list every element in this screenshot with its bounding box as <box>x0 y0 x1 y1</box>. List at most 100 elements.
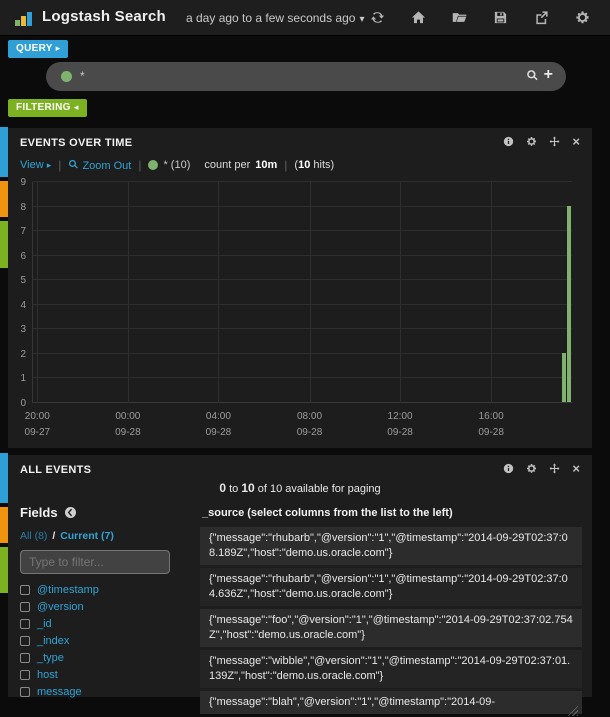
y-axis-tick: 6 <box>12 251 26 262</box>
panel-title: ALL EVENTS <box>20 464 91 476</box>
y-axis-tick: 0 <box>12 398 26 409</box>
paging-status: 0 to 10 of 10 available for paging <box>8 481 592 495</box>
caret-right-icon: ▸ <box>56 43 61 53</box>
x-axis-tick: 04:0009-28 <box>206 409 232 441</box>
query-input[interactable] <box>80 64 520 88</box>
move-panel-icon[interactable] <box>549 136 560 147</box>
y-axis-tick: 7 <box>12 226 26 237</box>
query-bar: + <box>46 62 566 91</box>
info-icon[interactable] <box>503 463 514 474</box>
x-axis-tick: 12:0009-28 <box>387 409 413 441</box>
field-item[interactable]: _type <box>20 652 188 664</box>
row-collapse-tab[interactable] <box>0 127 8 177</box>
close-panel-icon[interactable]: × <box>572 463 580 474</box>
count-per-label: count per <box>204 159 250 171</box>
histogram-bar[interactable] <box>567 206 571 402</box>
field-checkbox[interactable] <box>20 619 30 629</box>
field-item[interactable]: @timestamp <box>20 584 188 596</box>
gridline <box>218 182 219 403</box>
legend-series-dot[interactable] <box>148 160 158 170</box>
row-collapse-tab[interactable] <box>0 181 8 217</box>
events-over-time-panel: EVENTS OVER TIME × View ▸ | Zoom Out | *… <box>8 128 592 448</box>
y-axis-tick: 9 <box>12 177 26 188</box>
legend-query-label: * (10) <box>163 159 190 171</box>
gridline <box>491 182 492 403</box>
refresh-icon[interactable] <box>370 10 385 25</box>
field-checkbox[interactable] <box>20 636 30 646</box>
panel-title: EVENTS OVER TIME <box>20 137 132 149</box>
y-axis-tick: 8 <box>12 202 26 213</box>
divider: | <box>138 158 141 172</box>
zoom-out-link[interactable]: Zoom Out <box>68 159 131 172</box>
gridline <box>310 182 311 403</box>
x-axis-tick: 16:0009-28 <box>478 409 504 441</box>
configure-gear-icon[interactable] <box>526 463 537 474</box>
y-axis-tick: 3 <box>12 324 26 335</box>
share-icon[interactable] <box>534 10 549 25</box>
field-checkbox[interactable] <box>20 585 30 595</box>
info-icon[interactable] <box>503 136 514 147</box>
field-item[interactable]: @version <box>20 601 188 613</box>
field-checkbox[interactable] <box>20 687 30 697</box>
fields-heading: Fields <box>20 505 188 520</box>
move-panel-icon[interactable] <box>549 463 560 474</box>
x-axis-tick: 20:0009-27 <box>25 409 51 441</box>
hits-label: (10 hits) <box>294 159 334 171</box>
caret-down-icon: ▾ <box>359 14 364 25</box>
filtering-row-tab[interactable]: FILTERING ◂ <box>8 99 87 117</box>
divider: | <box>284 158 287 172</box>
field-checkbox[interactable] <box>20 602 30 612</box>
field-item[interactable]: host <box>20 669 188 681</box>
logstash-logo-icon <box>15 10 37 26</box>
event-row[interactable]: {"message":"rhubarb","@version":"1","@ti… <box>200 527 582 565</box>
y-axis-tick: 2 <box>12 349 26 360</box>
interval-value[interactable]: 10m <box>255 159 277 171</box>
histogram-bar[interactable] <box>562 353 566 402</box>
row-collapse-tab[interactable] <box>0 547 8 593</box>
caret-right-icon: ▸ <box>47 160 52 170</box>
y-axis-tick: 5 <box>12 275 26 286</box>
field-item[interactable]: _index <box>20 635 188 647</box>
field-item[interactable]: message <box>20 686 188 698</box>
gridline <box>37 182 38 403</box>
event-row[interactable]: {"message":"wibble","@version":"1","@tim… <box>200 650 582 688</box>
row-collapse-tab[interactable] <box>0 221 8 268</box>
fields-sidebar: Fields All (8) / Current (7) @timestamp … <box>20 505 188 703</box>
row-collapse-tab[interactable] <box>0 507 8 543</box>
close-panel-icon[interactable]: × <box>572 136 580 147</box>
save-icon[interactable] <box>493 10 508 25</box>
event-row[interactable]: {"message":"rhubarb","@version":"1","@ti… <box>200 568 582 606</box>
configure-gear-icon[interactable] <box>526 136 537 147</box>
timepicker-dropdown[interactable]: a day ago to a few seconds ago▾ <box>186 11 364 25</box>
fields-current-link[interactable]: Current (7) <box>60 530 114 542</box>
field-checkbox[interactable] <box>20 670 30 680</box>
x-axis-tick: 00:0009-28 <box>115 409 141 441</box>
app-title: Logstash Search <box>42 8 166 25</box>
fields-all-link[interactable]: All (8) <box>20 530 47 542</box>
caret-left-icon: ◂ <box>74 102 79 112</box>
settings-gear-icon[interactable] <box>575 10 590 25</box>
query-color-dot[interactable] <box>61 71 72 82</box>
view-menu-link[interactable]: View ▸ <box>20 159 51 171</box>
divider: | <box>58 158 61 172</box>
event-row[interactable]: {"message":"foo","@version":"1","@timest… <box>200 609 582 647</box>
search-icon[interactable] <box>526 69 539 82</box>
query-row-tab[interactable]: QUERY ▸ <box>8 40 68 58</box>
event-row[interactable]: {"message":"blah","@version":"1","@times… <box>200 691 582 714</box>
top-navbar: Logstash Search a day ago to a few secon… <box>0 0 610 36</box>
all-events-panel: ALL EVENTS × 0 to 10 of 10 available for… <box>8 455 592 697</box>
add-query-icon[interactable]: + <box>544 68 553 82</box>
y-axis-tick: 4 <box>12 300 26 311</box>
field-item[interactable]: _id <box>20 618 188 630</box>
x-axis-tick: 08:0009-28 <box>297 409 323 441</box>
field-filter-input[interactable] <box>20 550 170 574</box>
events-table: _source (select columns from the list to… <box>200 505 582 717</box>
histogram-chart[interactable]: 012345678920:0009-2700:0009-2804:0009-28… <box>32 182 572 403</box>
row-collapse-tab[interactable] <box>0 453 8 503</box>
open-dashboard-icon[interactable] <box>452 10 467 25</box>
zoom-out-magnifier-icon <box>68 159 79 170</box>
gridline <box>400 182 401 403</box>
collapse-fields-icon[interactable] <box>64 506 77 519</box>
field-checkbox[interactable] <box>20 653 30 663</box>
home-icon[interactable] <box>411 10 426 25</box>
